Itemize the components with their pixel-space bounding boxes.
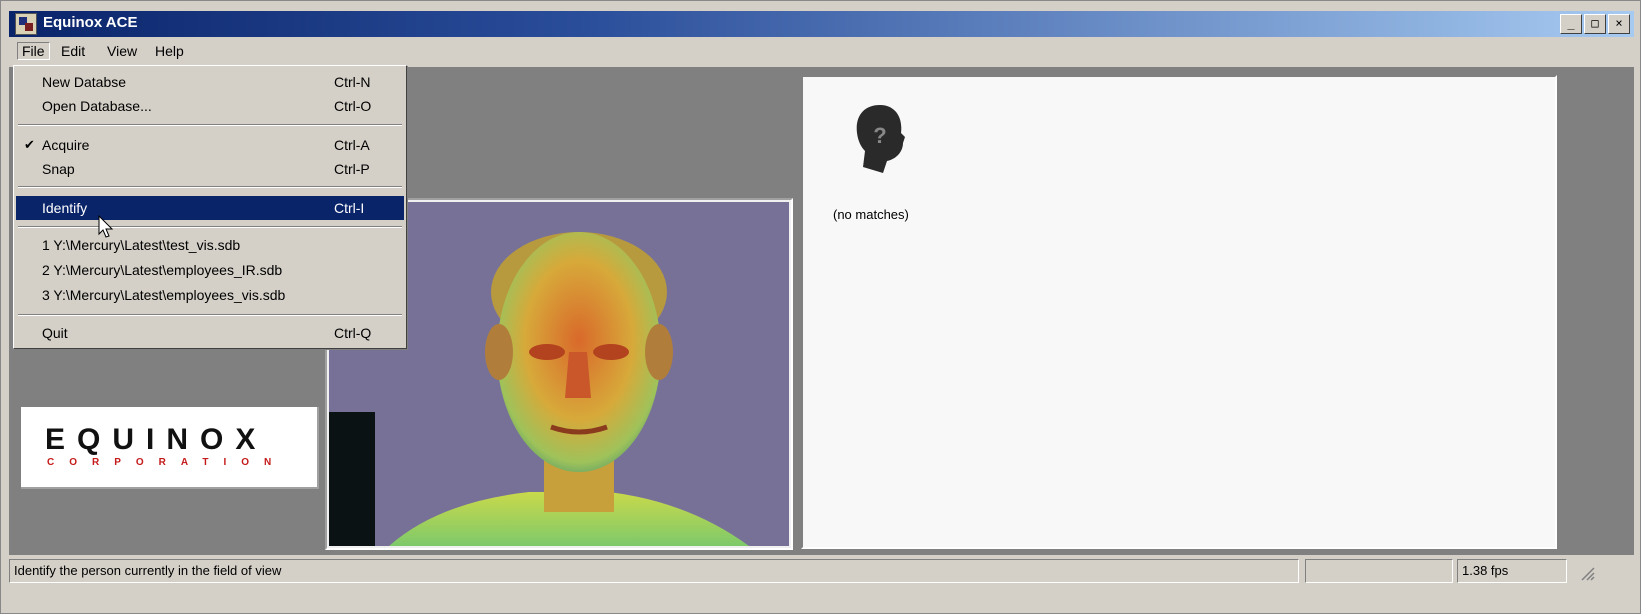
menu-item-shortcut: Ctrl-N <box>334 74 371 90</box>
svg-text:?: ? <box>873 123 886 148</box>
menu-item-recent-file-1[interactable]: 1 Y:\Mercury\Latest\test_vis.sdb <box>16 233 404 257</box>
app-window: Equinox ACE _ □ × File Edit View Help EQ… <box>0 0 1641 614</box>
menu-item-label: Acquire <box>42 137 90 153</box>
menu-item-shortcut: Ctrl-O <box>334 98 372 114</box>
menu-item-label: 2 Y:\Mercury\Latest\employees_IR.sdb <box>42 262 283 278</box>
menu-item-recent-file-3[interactable]: 3 Y:\Mercury\Latest\employees_vis.sdb <box>16 283 404 307</box>
minimize-button[interactable]: _ <box>1560 14 1582 34</box>
menu-item-new-database[interactable]: New Databse Ctrl-N <box>16 70 404 94</box>
status-empty-pane <box>1305 559 1453 583</box>
menu-help[interactable]: Help <box>151 43 188 59</box>
menu-item-label: Identify <box>42 200 88 216</box>
menu-item-label: New Databse <box>42 74 127 90</box>
menu-item-shortcut: Ctrl-I <box>334 200 365 216</box>
menu-item-label: Open Database... <box>42 98 152 114</box>
match-results-panel: ? (no matches) <box>801 75 1557 549</box>
app-icon[interactable] <box>15 13 37 35</box>
no-matches-label: (no matches) <box>833 207 909 222</box>
logo-subtitle: CORPORATION <box>47 457 287 468</box>
menu-bar: File Edit View Help <box>9 39 1634 65</box>
menu-file[interactable]: File <box>17 42 50 60</box>
menu-separator <box>18 314 402 316</box>
menu-item-shortcut: Ctrl-P <box>334 161 370 177</box>
menu-item-open-database[interactable]: Open Database... Ctrl-O <box>16 94 404 118</box>
menu-view[interactable]: View <box>103 43 141 59</box>
menu-item-acquire[interactable]: ✔ Acquire Ctrl-A <box>16 133 404 157</box>
title-bar[interactable]: Equinox ACE _ □ × <box>9 11 1634 37</box>
logo-wordmark: EQUINOX <box>45 423 268 456</box>
checkmark-icon: ✔ <box>24 137 35 152</box>
menu-item-label: 3 Y:\Mercury\Latest\employees_vis.sdb <box>42 287 286 303</box>
file-menu-dropdown: New Databse Ctrl-N Open Database... Ctrl… <box>13 65 407 349</box>
menu-item-label: Quit <box>42 325 68 341</box>
menu-item-recent-file-2[interactable]: 2 Y:\Mercury\Latest\employees_IR.sdb <box>16 258 404 282</box>
company-logo: EQUINOX CORPORATION <box>21 407 319 489</box>
menu-edit[interactable]: Edit <box>57 43 89 59</box>
menu-item-snap[interactable]: Snap Ctrl-P <box>16 157 404 181</box>
maximize-button[interactable]: □ <box>1584 14 1606 34</box>
menu-separator <box>18 186 402 188</box>
status-bar: Identify the person currently in the fie… <box>9 557 1634 585</box>
menu-item-quit[interactable]: Quit Ctrl-Q <box>16 321 404 345</box>
menu-item-identify[interactable]: Identify Ctrl-I <box>16 196 404 220</box>
menu-separator <box>18 226 402 228</box>
unknown-person-icon: ? <box>856 105 905 173</box>
menu-item-label: Snap <box>42 161 75 177</box>
status-fps: 1.38 fps <box>1457 559 1567 583</box>
menu-item-shortcut: Ctrl-Q <box>334 325 372 341</box>
menu-item-shortcut: Ctrl-A <box>334 137 370 153</box>
menu-item-label: 1 Y:\Mercury\Latest\test_vis.sdb <box>42 237 241 253</box>
window-controls: _ □ × <box>1560 14 1630 34</box>
mouse-cursor-icon <box>98 215 114 238</box>
status-message: Identify the person currently in the fie… <box>9 559 1299 583</box>
window-title: Equinox ACE <box>43 14 138 31</box>
close-button[interactable]: × <box>1608 14 1630 34</box>
menu-separator <box>18 124 402 126</box>
resize-grip-icon[interactable] <box>1579 565 1595 581</box>
